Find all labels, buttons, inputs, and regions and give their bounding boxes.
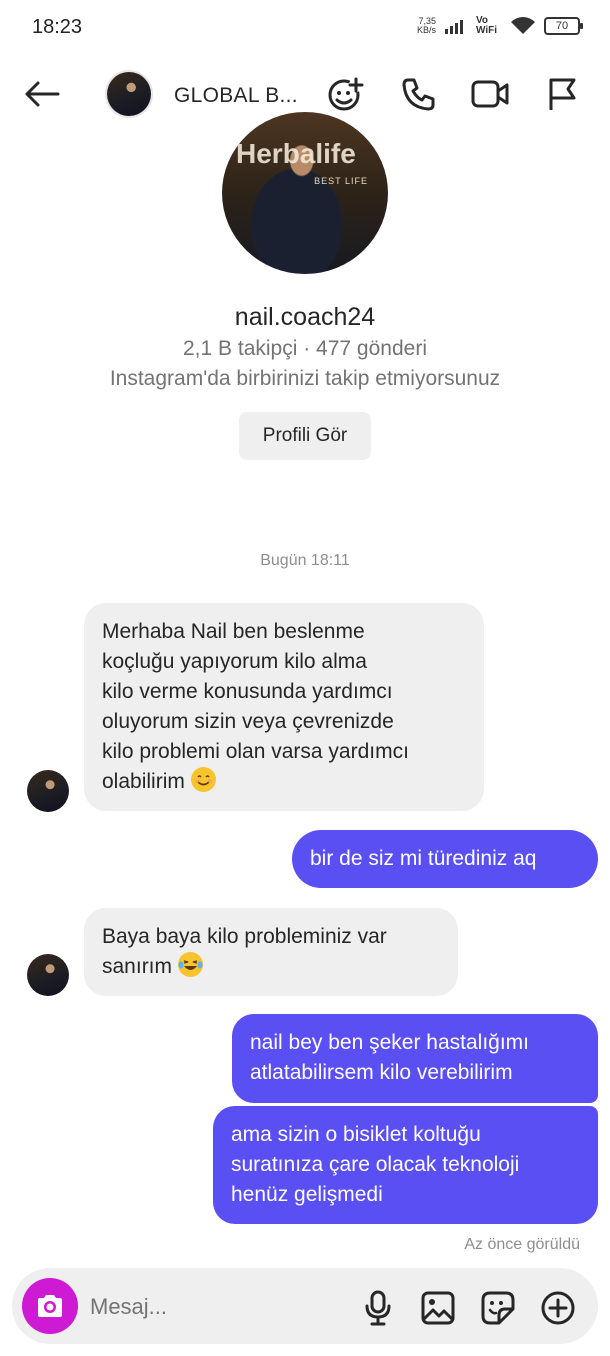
smiling-face-emoji <box>190 767 216 792</box>
status-time: 18:23 <box>32 16 83 38</box>
gallery-icon[interactable] <box>418 1288 458 1328</box>
back-arrow-icon[interactable] <box>22 74 62 114</box>
phone-icon[interactable] <box>398 74 438 114</box>
sticker-icon[interactable] <box>478 1288 518 1328</box>
view-profile-button[interactable]: Profili Gör <box>239 412 371 460</box>
plus-icon[interactable] <box>538 1288 578 1328</box>
signal-icon <box>445 20 463 34</box>
camera-icon[interactable] <box>22 1278 78 1334</box>
follow-status-note: Instagram'da birbirinizi takip etmiyorsu… <box>109 367 501 390</box>
avatar[interactable] <box>105 70 153 118</box>
status-icons: 7,35 KB/s Vo WiFi 70 <box>416 15 583 36</box>
profile-photo[interactable]: Herbalife BEST LIFE <box>222 112 388 274</box>
vowifi-label: Vo WiFi <box>476 15 498 36</box>
message-bubble-sent[interactable]: nail bey ben şeker hastalığımı atlatabil… <box>232 1014 598 1103</box>
flag-icon[interactable] <box>542 74 582 114</box>
network-speed: 7,35 KB/s <box>416 16 436 35</box>
sender-avatar[interactable] <box>27 770 69 812</box>
video-icon[interactable] <box>470 74 510 114</box>
battery-indicator: 70 <box>544 17 583 35</box>
add-people-icon[interactable] <box>326 74 366 114</box>
conversation-timestamp: Bugün 18:11 <box>260 552 350 569</box>
seen-indicator: Az önce görüldü <box>464 1236 580 1253</box>
message-bubble-received[interactable]: Baya baya kilo probleminiz var sanırım <box>84 908 458 996</box>
message-input[interactable] <box>90 1292 340 1322</box>
photo-logo-sub: BEST LIFE <box>314 176 368 186</box>
message-bubble-sent[interactable]: bir de siz mi türediniz aq <box>292 830 598 888</box>
tears-of-joy-emoji <box>177 952 203 977</box>
message-bubble-sent[interactable]: ama sizin o bisiklet koltuğu suratınıza … <box>213 1106 598 1224</box>
photo-logo: Herbalife <box>236 138 356 169</box>
wifi-icon <box>511 17 535 34</box>
message-bubble-received[interactable]: Merhaba Nail ben beslenme koçluğu yapıyo… <box>84 603 484 811</box>
profile-stats: 2,1 B takipçi · 477 gönderi <box>183 337 427 360</box>
sender-avatar[interactable] <box>27 954 69 996</box>
microphone-icon[interactable] <box>358 1288 398 1328</box>
profile-username: nail.coach24 <box>234 303 376 331</box>
chat-title[interactable]: GLOBAL B... <box>174 84 298 108</box>
